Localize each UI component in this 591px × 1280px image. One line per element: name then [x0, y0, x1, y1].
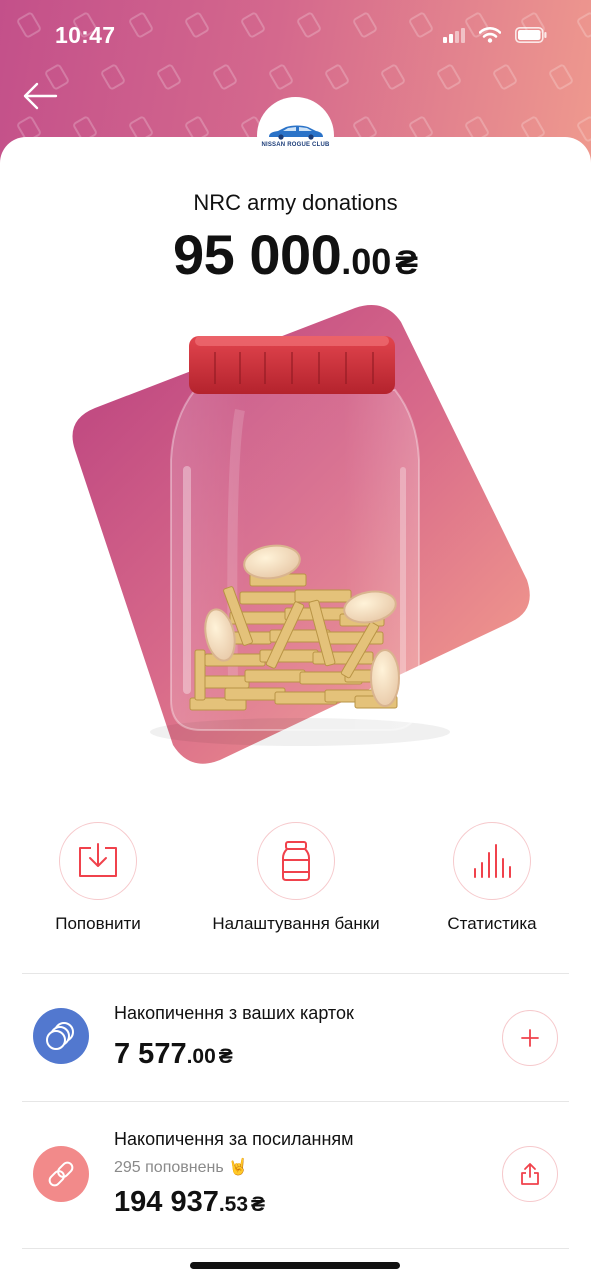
link-amount-fraction: .53	[218, 1193, 249, 1216]
savings-link-row[interactable]: Накопичення за посиланням 295 поповнень …	[0, 1102, 591, 1248]
battery-icon	[515, 27, 547, 43]
jar-illustration	[72, 305, 530, 764]
home-indicator	[190, 1262, 400, 1269]
jar-avatar: NISSAN ROGUE CLUB	[257, 97, 334, 174]
share-link-button[interactable]	[502, 1146, 558, 1202]
wifi-icon	[479, 27, 501, 43]
status-time: 10:47	[55, 21, 116, 48]
cellular-signal-icon	[443, 28, 465, 43]
jar-balance-fraction: .00	[341, 241, 392, 282]
bar-chart-icon	[474, 844, 511, 878]
jar-balance: 95 000.00 ₴	[0, 222, 591, 287]
statistics-circle	[453, 822, 531, 900]
savings-cards-row[interactable]: Накопичення з ваших карток 7 577.00 ₴	[0, 974, 591, 1101]
cards-title: Накопичення з ваших карток	[114, 1003, 354, 1023]
link-title: Накопичення за посиланням	[114, 1129, 354, 1149]
jar-balance-main: 95 000	[172, 223, 342, 286]
stacked-coins-icon	[46, 1022, 74, 1050]
arrow-left-icon	[23, 82, 58, 110]
download-tray-icon	[79, 843, 117, 877]
plus-icon	[521, 1029, 539, 1047]
link-subtitle: 295 поповнень 🤘	[114, 1159, 249, 1176]
jar-settings-circle	[257, 822, 335, 900]
link-amount-currency: ₴	[251, 1193, 266, 1216]
status-icons	[443, 27, 547, 43]
share-icon	[521, 1163, 539, 1185]
logo-text: NISSAN ROGUE CLUB	[261, 141, 330, 148]
cards-amount-fraction: .00	[186, 1045, 216, 1068]
add-card-button[interactable]	[502, 1010, 558, 1066]
top-up-circle	[59, 822, 137, 900]
pattern-glyph	[575, 114, 591, 144]
cards-amount: 7 577.00 ₴	[114, 1038, 233, 1071]
back-button[interactable]	[20, 78, 60, 114]
jar-icon	[282, 841, 310, 881]
statistics-button[interactable]: Статистика	[433, 822, 551, 934]
top-up-button[interactable]: Поповнити	[39, 822, 157, 934]
jar-title: NRC army donations	[193, 190, 398, 215]
link-amount: 194 937.53 ₴	[114, 1186, 265, 1219]
link-avatar	[33, 1146, 89, 1202]
divider	[22, 1248, 569, 1249]
statistics-label: Статистика	[447, 914, 537, 933]
action-bar: Поповнити Налаштування банки Статистика	[0, 822, 591, 942]
cards-amount-currency: ₴	[218, 1045, 233, 1068]
cards-amount-main: 7 577	[114, 1038, 187, 1070]
jar-balance-currency: ₴	[395, 244, 418, 282]
jar-settings-button[interactable]: Налаштування банки	[196, 822, 396, 934]
car-logo-icon	[268, 125, 323, 140]
jar-settings-label: Налаштування банки	[212, 914, 380, 933]
status-bar: 10:47	[0, 0, 591, 70]
chain-link-icon	[48, 1161, 74, 1187]
cards-avatar	[33, 1008, 89, 1064]
top-up-label: Поповнити	[55, 914, 141, 933]
link-amount-main: 194 937	[114, 1186, 219, 1218]
